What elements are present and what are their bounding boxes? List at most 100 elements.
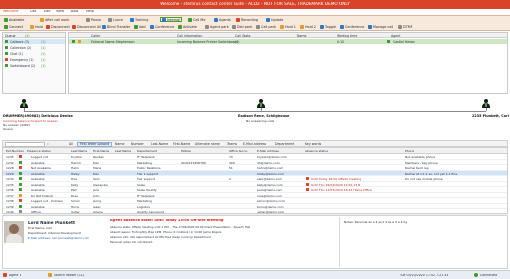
- pause-icon: [86, 17, 90, 22]
- queue-item[interactable]: Switchboard (2) (1): [3, 63, 65, 68]
- disconnect-all-button[interactable]: Disconnect All: [72, 24, 101, 29]
- row-department: Sales: [137, 182, 145, 187]
- col-name[interactable]: Name: [297, 34, 306, 38]
- row-email: turns@demo.com: [257, 204, 284, 209]
- agent-status-icon: [387, 40, 390, 43]
- disconnect-button[interactable]: Disconnect: [46, 24, 70, 29]
- row-department: Marketing: [137, 199, 152, 203]
- queue-item[interactable]: Chat (1) (1): [3, 51, 65, 56]
- notes-box[interactable]: Notes: Personal as a 4 and 4 as a 4 a 4 …: [339, 217, 506, 267]
- agents-button[interactable]: Agents: [214, 17, 231, 22]
- detail-absence-title: Agent absence state: until Today 13:00 O…: [110, 219, 224, 222]
- hold-two-label: Hold 2: [305, 24, 316, 29]
- disconnect-icon: [46, 24, 50, 29]
- call-wait: 0:12: [337, 40, 345, 44]
- call-park-button[interactable]: Call park: [256, 24, 276, 29]
- row-last-name: Hoe: [71, 177, 77, 181]
- hold-two-button[interactable]: Hold 2: [300, 24, 316, 29]
- update-icon: [266, 17, 270, 22]
- training-button[interactable]: Training: [130, 17, 148, 22]
- agent-park-button[interactable]: Agent park: [205, 24, 229, 29]
- queue-item[interactable]: Emergency (1) (1): [3, 57, 65, 62]
- queue-status-icon: [5, 46, 8, 49]
- available-button[interactable]: Available: [4, 17, 24, 22]
- row-presence: Available: [31, 171, 45, 176]
- row-presence: Available: [31, 204, 45, 209]
- welcome-tab[interactable]: Welcome: [3, 10, 19, 13]
- col-mobile[interactable]: Mobile: [181, 149, 191, 153]
- row-office-tel: 400: [229, 160, 235, 165]
- col-call-state[interactable]: Call State: [235, 34, 250, 38]
- call-me-button[interactable]: Call Me: [188, 17, 205, 22]
- lunch-button[interactable]: Lunch: [108, 17, 123, 22]
- internal-button[interactable]: Internal: [160, 17, 183, 22]
- detail-email-link[interactable]: E-Mail address: carl.plunkett@demo.com: [28, 237, 89, 240]
- internal-label: Internal: [167, 17, 181, 22]
- disconnect-label: Disconnect: [51, 24, 70, 29]
- after-call-work-button[interactable]: After call work: [40, 17, 69, 22]
- recording-label: Recording: [241, 17, 258, 22]
- hold-one-button[interactable]: Hold 1: [280, 24, 296, 29]
- menu-edit[interactable]: Edit: [44, 10, 51, 13]
- queue-item[interactable]: Collection (2) (1): [3, 45, 65, 50]
- row-email: kryzzer@demo.com: [257, 155, 287, 159]
- directory-row[interactable]: 1240 Offline Usher Arlene Quality Assurance u…: [3, 209, 507, 215]
- toggle-button[interactable]: Toggle: [320, 24, 336, 29]
- status-clock: Tue 03/10/2020 17:02 7:21 43: [400, 273, 449, 277]
- row-email: dh@demo.com: [257, 160, 280, 165]
- presence-status-icon: [19, 182, 22, 186]
- call-row[interactable]: Fictional Name Stephenson Incoming Balan…: [69, 39, 507, 44]
- col-department[interactable]: Departement: [137, 149, 157, 153]
- queue-header: Queue (2): [3, 33, 65, 38]
- connector-left: [24, 108, 25, 111]
- col-absence[interactable]: Absence status: [305, 149, 328, 153]
- row-department: Sales Quality: [137, 188, 157, 192]
- hold-button[interactable]: Hold: [30, 24, 43, 29]
- blind-transfer-button[interactable]: Blind Transfer: [102, 24, 130, 29]
- menu-view[interactable]: View: [56, 10, 64, 13]
- col-ext[interactable]: Ext-Number: [6, 149, 24, 153]
- queue-item[interactable]: Callback (3) (1): [3, 39, 65, 44]
- row-phone: Members - Key phone: [405, 160, 438, 165]
- col-first-name[interactable]: First-Name: [93, 149, 109, 153]
- queue-item-label: Emergency (1): [10, 58, 34, 62]
- manage-call-button[interactable]: Manage call: [368, 24, 393, 29]
- menu-help[interactable]: Help: [86, 10, 94, 13]
- conference-two-button[interactable]: Conference: [340, 24, 364, 29]
- col-call-information[interactable]: Call information: [177, 34, 202, 38]
- menu-call[interactable]: Call: [30, 10, 36, 13]
- dtmf-button[interactable]: DTMF: [398, 24, 413, 29]
- search-icon[interactable]: ⌕: [47, 142, 49, 146]
- row-first-name: Maria: [93, 166, 102, 170]
- activate-button[interactable]: Activate: [178, 24, 197, 29]
- col-email[interactable]: E-Mail Address: [257, 149, 279, 153]
- col-waiting-time[interactable]: Waiting time: [337, 34, 357, 38]
- row-email: simon@demo.com: [257, 199, 285, 203]
- col-last-name[interactable]: Last-Name: [71, 149, 87, 153]
- col-caller[interactable]: Caller: [91, 34, 100, 38]
- training-icon: [130, 17, 134, 22]
- caller-name: DRUMMER(490682) Delicious Denise: [3, 114, 73, 118]
- colleague-person-icon: [482, 99, 490, 108]
- queue-item-badge: (1): [41, 58, 46, 62]
- row-first-name: Dan: [93, 171, 100, 176]
- colleague-name: 2235 Plunkett, Carl: [472, 114, 509, 118]
- col-agent[interactable]: Agent: [391, 34, 400, 38]
- col-last-name-2[interactable]: Last Name: [115, 149, 131, 153]
- col-office-tel[interactable]: Office tel no.: [229, 149, 248, 153]
- recording-button[interactable]: Recording: [236, 17, 258, 22]
- status-connected: Connected: [480, 273, 498, 277]
- pause-button[interactable]: Pause: [86, 17, 101, 22]
- conference-button[interactable]: Conference: [150, 24, 174, 29]
- col-phone[interactable]: Phone: [405, 149, 414, 153]
- add-button[interactable]: Add: [134, 24, 146, 29]
- row-email: usher@demo.com: [257, 210, 285, 214]
- dial-park-button[interactable]: Dial park: [232, 24, 252, 29]
- update-button[interactable]: Update: [266, 17, 283, 22]
- connect-button[interactable]: Connect: [4, 24, 23, 29]
- directory-grid: Ext-Number Presence status Last-Name Fir…: [2, 147, 508, 215]
- directory-toolbar: ⌕ All First letter upward Name Number La…: [2, 140, 508, 147]
- col-presence[interactable]: Presence status: [27, 149, 51, 153]
- menu-tools[interactable]: Tools: [70, 10, 78, 13]
- queue-item-badge: (1): [41, 46, 46, 50]
